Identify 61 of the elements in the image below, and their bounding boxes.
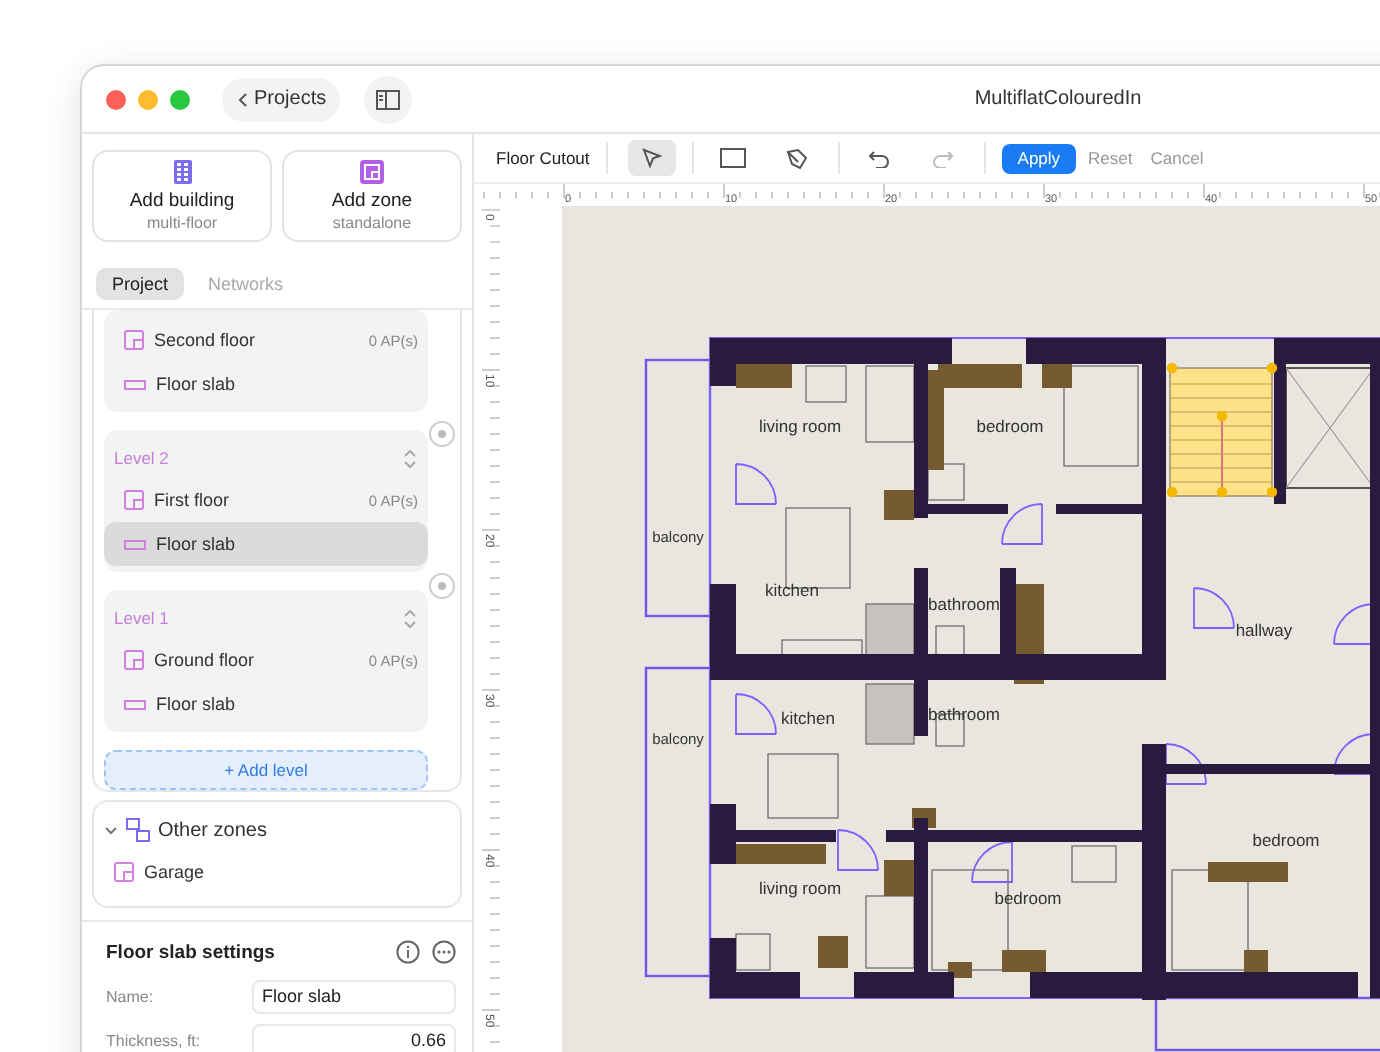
slab-icon	[124, 379, 146, 389]
tool-button[interactable]	[627, 140, 676, 176]
tree-item[interactable]: Floor slab	[104, 522, 428, 566]
close-button[interactable]	[106, 89, 126, 109]
field-label: Thickness, ft:	[106, 1031, 203, 1049]
room-label: hallway	[1235, 620, 1293, 640]
building-icon	[173, 160, 191, 184]
item-label: Ground floor	[154, 650, 257, 670]
apply-button[interactable]: Apply	[1001, 143, 1077, 173]
chevron-icon[interactable]	[104, 825, 118, 835]
room-label: bedroom	[976, 416, 1044, 436]
item-label: Second floor	[154, 330, 258, 350]
floor-plan-drawing[interactable]	[644, 337, 1380, 1052]
sidebar-icon	[376, 89, 401, 109]
room-label: kitchen	[765, 580, 819, 600]
zone-icon	[124, 330, 144, 350]
item-label: First floor	[154, 490, 232, 510]
undo-icon	[868, 149, 891, 167]
pointer-icon	[641, 148, 662, 168]
settings-title: Floor slab settings	[106, 941, 277, 963]
tree-item[interactable]: Floor slab	[104, 362, 428, 406]
item-label: Garage	[144, 862, 207, 882]
room-label: bathroom	[928, 594, 1000, 614]
polygon-icon	[786, 147, 809, 169]
item-label: Floor slab	[156, 534, 238, 554]
room-label: bedroom	[994, 888, 1062, 908]
level-label: Level 1	[114, 608, 169, 628]
add-building-button[interactable]: Add building multi-floor	[92, 150, 272, 242]
zone-icon	[124, 490, 144, 510]
tree-item[interactable]: Garage	[94, 850, 460, 894]
slab-icon	[124, 539, 146, 549]
zone-icon	[360, 160, 384, 184]
zones-icon	[126, 818, 150, 842]
field-label: Name:	[106, 987, 156, 1005]
redo-icon	[932, 149, 955, 167]
info-icon[interactable]	[396, 940, 420, 964]
zones-title: Other zones	[158, 819, 267, 841]
add-zone-button[interactable]: Add zone standalone	[282, 150, 462, 242]
room-label: kitchen	[781, 708, 835, 728]
level-label: Level 2	[114, 448, 169, 468]
slab-icon	[124, 699, 146, 709]
tree-item[interactable]: Floor slab	[104, 682, 428, 726]
add-level-button[interactable]: + Add level	[104, 750, 428, 790]
toolbar-title: Floor Cutout	[496, 142, 608, 174]
rectangle-icon	[720, 148, 747, 168]
room-label: bedroom	[1252, 830, 1320, 850]
window-title: MultiflatColouredIn	[972, 88, 1144, 110]
item-label: Floor slab	[156, 374, 238, 394]
room-label: living room	[758, 878, 842, 898]
room-label: living room	[758, 416, 842, 436]
zone-icon	[114, 862, 134, 882]
room-label: bathroom	[928, 704, 1000, 724]
input-field[interactable]: 0.66	[252, 1023, 456, 1052]
item-label: Floor slab	[156, 694, 238, 714]
more-icon[interactable]	[432, 940, 456, 964]
back-button[interactable]: Projects	[222, 77, 341, 121]
tab[interactable]: Project	[96, 268, 185, 300]
sidebar-toggle-button[interactable]	[364, 75, 413, 123]
input-field[interactable]: Floor slab	[252, 979, 456, 1013]
zone-icon	[124, 650, 144, 670]
chevron-left-icon	[236, 91, 248, 107]
